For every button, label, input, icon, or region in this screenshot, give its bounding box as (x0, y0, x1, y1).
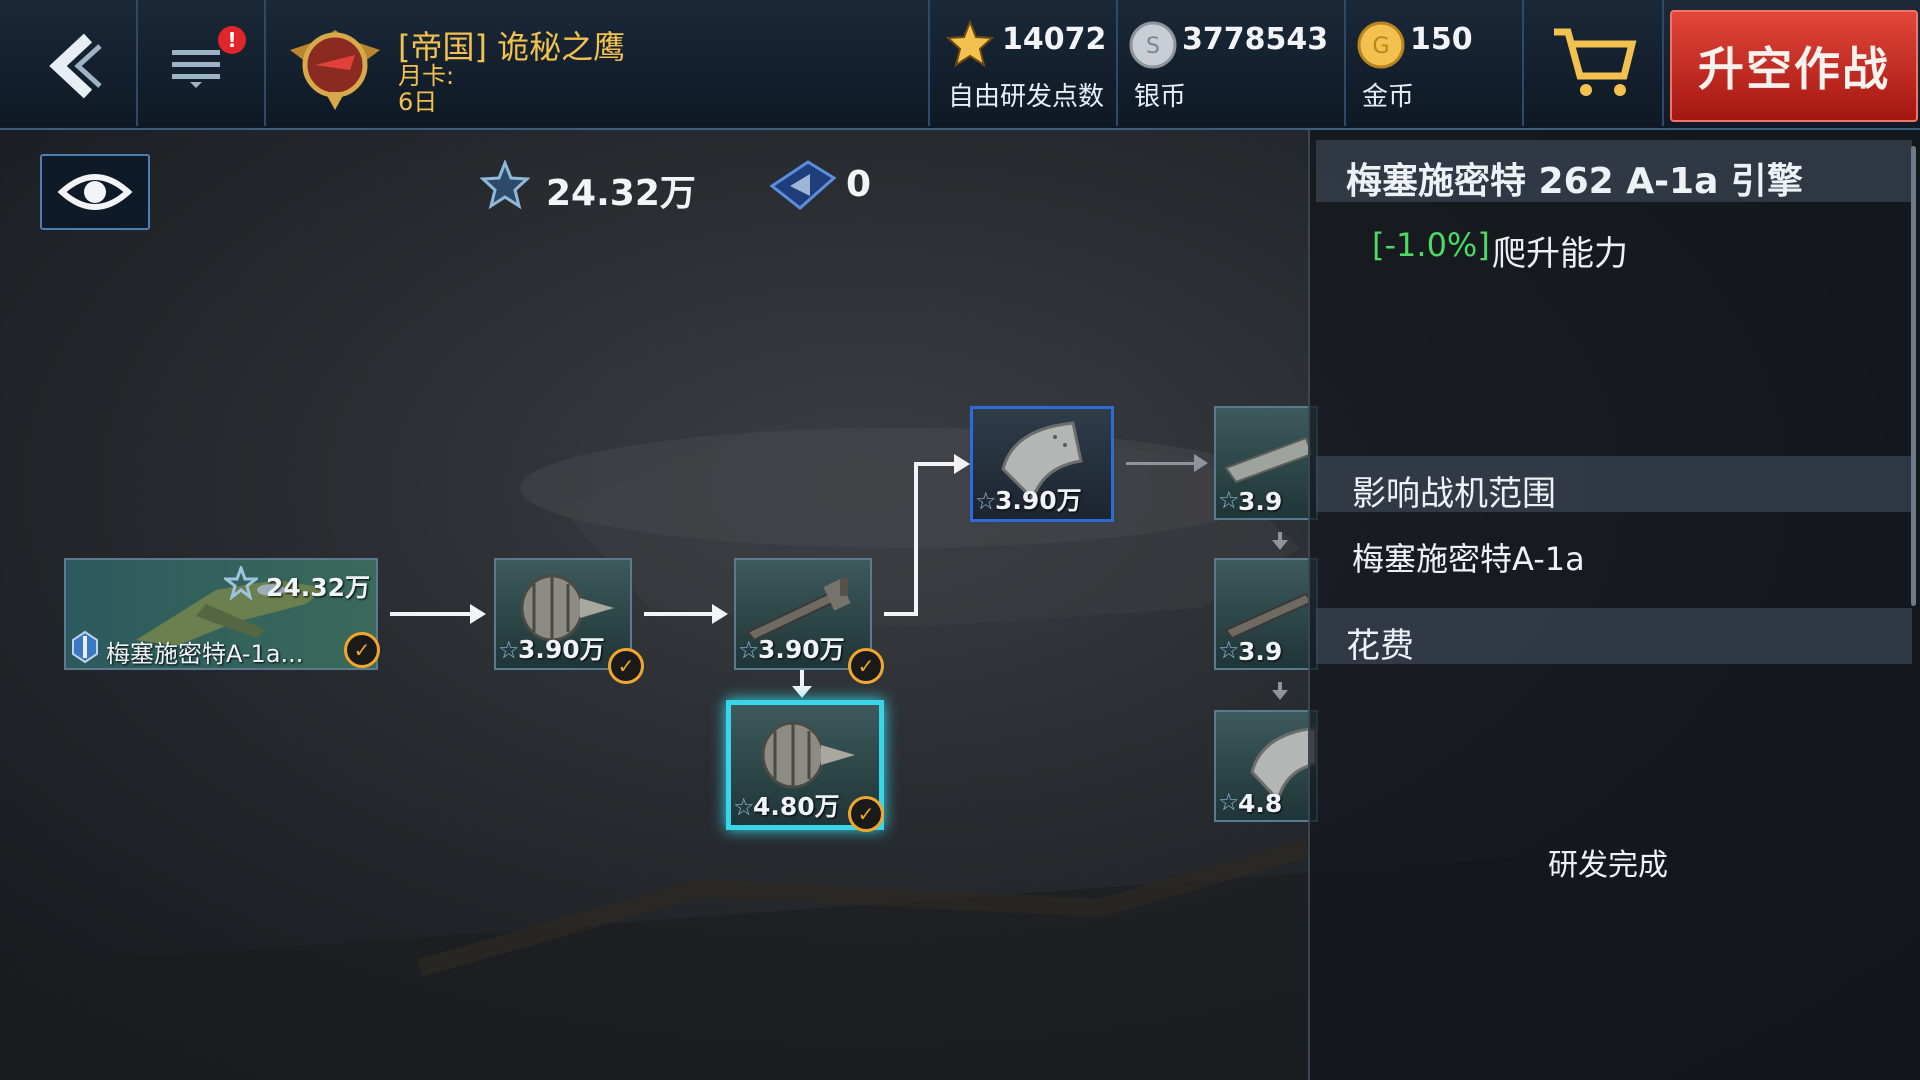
ticket-count: 0 (846, 164, 872, 205)
ticket-icon (769, 160, 837, 210)
node-cost: 3.90万 (758, 635, 845, 664)
star-icon: ☆ (975, 487, 997, 515)
cart-icon (1554, 28, 1637, 96)
star-icon: ☆ (738, 636, 760, 664)
stat-name: 爬升能力 (1492, 234, 1628, 274)
root-aircraft-name: 梅塞施密特A-1a... (106, 640, 304, 668)
connector-gun-armor-h2 (914, 462, 958, 466)
gold-coin-icon: G (1357, 21, 1405, 69)
arrow-head-icon (712, 604, 728, 624)
gold-display[interactable]: G 150 金币 (1346, 0, 1524, 126)
menu-button[interactable]: ! (138, 0, 266, 126)
node-cost: 3.90万 (518, 635, 605, 664)
node-cost: 4.8 (1238, 789, 1283, 818)
affects-heading: 影响战机范围 (1352, 474, 1556, 514)
affected-aircraft[interactable]: 梅塞施密特A-1a (1352, 534, 1585, 580)
research-points-label: 自由研发点数 (948, 82, 1105, 112)
star-icon: ☆ (733, 793, 755, 821)
star-icon: ☆ (1218, 486, 1240, 514)
silver-coin-icon: S (1129, 21, 1177, 69)
detail-panel: 梅塞施密特 262 A-1a 引擎 [-1.0%] 爬升能力 影响战机范围 梅塞… (1308, 130, 1920, 1080)
rank-emblem-icon (290, 30, 380, 110)
notification-badge: ! (218, 26, 246, 54)
research-star-icon (480, 160, 530, 210)
silver-label: 银币 (1134, 82, 1187, 112)
arrow-down-icon (1272, 532, 1288, 550)
part-title-bar: 梅塞施密特 262 A-1a 引擎 (1316, 140, 1912, 202)
svg-text:G: G (1372, 34, 1389, 59)
back-arrow-icon (49, 33, 102, 99)
upgrade-node-gun-2[interactable]: ☆ 3.9 (1214, 558, 1318, 670)
top-bar: ! [帝国] 诡秘之鹰 月卡: 6日 14072 自由研发点数 S 377854… (0, 0, 1920, 130)
upgrade-node-engine-1[interactable]: ☆ 3.90万 (494, 558, 632, 670)
month-card-days: 6日 (398, 88, 438, 116)
upgrade-node-gun-1[interactable]: ☆ 3.90万 (734, 558, 872, 670)
star-icon: ☆ (498, 636, 520, 664)
gold-value: 150 (1410, 22, 1473, 57)
back-button[interactable] (0, 0, 138, 126)
cost-heading: 花费 (1346, 626, 1414, 666)
arrow-head-icon (954, 454, 970, 474)
player-profile[interactable]: [帝国] 诡秘之鹰 月卡: 6日 (268, 0, 930, 126)
arrow-head-icon (1194, 454, 1208, 472)
menu-icon (172, 50, 220, 88)
connector-engine-gun (644, 612, 716, 616)
arrow-head-icon (470, 604, 486, 624)
research-total: 24.32万 (546, 173, 696, 214)
node-cost: 3.90万 (995, 486, 1082, 515)
completed-check-icon: ✓ (344, 632, 380, 668)
cost-heading-bar: 花费 (1316, 608, 1912, 666)
shop-button[interactable] (1524, 0, 1664, 126)
silver-value: 3778543 (1182, 22, 1329, 57)
connector-gun-armor-h1 (884, 612, 918, 616)
aircraft-root-node[interactable]: 24.32万 梅塞施密特A-1a... ✓ (64, 558, 380, 670)
affects-heading-bar: 影响战机范围 (1316, 456, 1912, 514)
stat-delta: [-1.0%] (1372, 226, 1490, 264)
eye-icon (57, 174, 133, 210)
completed-check-icon: ✓ (848, 648, 884, 684)
star-icon (224, 566, 258, 600)
view-toggle-button[interactable] (40, 154, 150, 230)
part-title: 梅塞施密特 262 A-1a 引擎 (1346, 161, 1803, 202)
node-cost: 3.9 (1238, 637, 1283, 666)
upgrade-node-fuselage-1[interactable]: ☆ 3.9 (1214, 406, 1318, 520)
completed-check-icon: ✓ (848, 796, 884, 832)
connector-root-engine (390, 612, 474, 616)
star-icon: ☆ (1218, 788, 1240, 816)
research-points-value: 14072 (1002, 22, 1107, 57)
upgrade-node-armor-1[interactable]: ☆ 3.90万 (970, 406, 1114, 522)
upgrade-node-armor-2[interactable]: ☆ 4.8 (1214, 710, 1318, 822)
root-cost: 24.32万 (266, 573, 371, 602)
connector-armor-fuselage (1126, 462, 1198, 465)
node-cost: 4.80万 (753, 792, 840, 821)
node-cost: 3.9 (1238, 487, 1283, 516)
silver-display[interactable]: S 3778543 银币 (1118, 0, 1346, 126)
connector-gun-armor-v (914, 462, 918, 616)
arrow-down-icon (1272, 682, 1288, 700)
star-icon (946, 20, 994, 68)
completed-check-icon: ✓ (608, 648, 644, 684)
take-off-button[interactable]: 升空作战 (1670, 10, 1918, 122)
month-card-label: 月卡: (398, 62, 455, 90)
star-icon: ☆ (1218, 636, 1240, 664)
panel-scrollbar[interactable] (1911, 146, 1916, 606)
svg-text:S: S (1146, 34, 1160, 59)
nation-flag-icon (72, 630, 98, 664)
research-points-display[interactable]: 14072 自由研发点数 (932, 0, 1118, 126)
research-status: 研发完成 (1548, 848, 1668, 883)
arrow-down-icon (792, 686, 812, 698)
gold-label: 金币 (1362, 82, 1415, 112)
